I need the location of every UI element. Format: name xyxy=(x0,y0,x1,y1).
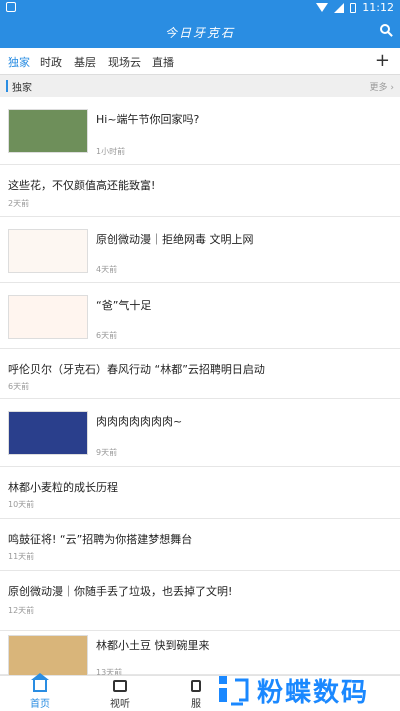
item-time: 10天前 xyxy=(8,500,35,509)
cartoon-thumb xyxy=(8,229,88,273)
app-title: 今日牙克石 xyxy=(164,26,235,40)
item-title: 林都小土豆 快到碗里来 xyxy=(96,639,210,652)
search-icon[interactable] xyxy=(380,24,390,34)
item-title: 鸣鼓征将! “云”招聘为你搭建梦想舞台 xyxy=(8,533,193,546)
channel-tabs: 独家 时政 基层 现场云 直播 + xyxy=(0,48,400,77)
item-time: 1小时前 xyxy=(96,147,126,156)
item-title: 呼伦贝尔（牙克石）春风行动 “林都”云招聘明日启动 xyxy=(8,363,265,376)
wifi-icon xyxy=(316,3,329,12)
nav-home-label: 首页 xyxy=(30,699,50,710)
nav-home[interactable]: 首页 xyxy=(10,673,70,710)
item-title: 原创微动漫｜你随手丢了垃圾，也丢掉了文明! xyxy=(8,585,233,598)
item-title: Hi~端午节你回家吗? xyxy=(96,113,200,126)
list-item[interactable]: “爸”气十足 6天前 xyxy=(0,283,400,349)
status-icons: 11:12 xyxy=(316,1,394,14)
more-link[interactable]: 更多 › xyxy=(370,80,394,93)
section-header: 独家 更多 › xyxy=(0,75,400,97)
list-item[interactable]: 林都小麦粒的成长历程 10天前 xyxy=(0,467,400,519)
tab-grassroots[interactable]: 基层 xyxy=(74,54,96,70)
watermark-logo-icon xyxy=(219,676,249,706)
tab-politics[interactable]: 时政 xyxy=(40,54,62,70)
list-item[interactable]: 鸣鼓征将! “云”招聘为你搭建梦想舞台 11天前 xyxy=(0,519,400,571)
father-thumb xyxy=(8,295,88,339)
item-time: 6天前 xyxy=(96,331,118,340)
app-bar: 今日牙克石 xyxy=(0,16,400,48)
item-title: 肉肉肉肉肉肉肉~ xyxy=(96,415,183,428)
list-item[interactable]: 这些花，不仅颜值高还能致富! 2天前 xyxy=(0,165,400,217)
item-title: “爸”气十足 xyxy=(96,299,152,312)
dragon-boat-thumb xyxy=(8,109,88,153)
list-item[interactable]: Hi~端午节你回家吗? 1小时前 xyxy=(0,97,400,165)
tab-live[interactable]: 直播 xyxy=(152,54,174,70)
status-time: 11:12 xyxy=(362,1,394,14)
tab-scene-cloud[interactable]: 现场云 xyxy=(108,54,141,70)
list-item[interactable]: 原创微动漫｜你随手丢了垃圾，也丢掉了文明! 12天前 xyxy=(0,571,400,631)
more-label: 更多 xyxy=(369,83,388,93)
list-item[interactable]: 肉肉肉肉肉肉肉~ 9天前 xyxy=(0,399,400,467)
battery-icon xyxy=(350,2,357,13)
home-icon xyxy=(31,673,49,692)
add-channel-icon[interactable]: + xyxy=(375,50,390,71)
meat-thumb xyxy=(8,411,88,455)
item-time: 6天前 xyxy=(8,382,30,391)
item-time: 9天前 xyxy=(96,448,118,457)
tab-exclusive[interactable]: 独家 xyxy=(8,54,30,77)
service-icon xyxy=(191,680,201,692)
signal-icon xyxy=(334,2,345,13)
status-bar: 11:12 xyxy=(0,0,400,16)
video-icon xyxy=(113,680,127,692)
list-item[interactable]: 原创微动漫｜拒绝网毒 文明上网 4天前 xyxy=(0,217,400,283)
item-title: 这些花，不仅颜值高还能致富! xyxy=(8,179,156,192)
item-time: 4天前 xyxy=(96,265,118,274)
item-title: 原创微动漫｜拒绝网毒 文明上网 xyxy=(96,233,254,246)
notification-icon xyxy=(6,2,16,12)
item-time: 11天前 xyxy=(8,552,35,561)
watermark: 粉蝶数码 xyxy=(217,668,392,708)
nav-service-label: 服 xyxy=(191,699,201,710)
list-item[interactable]: 呼伦贝尔（牙克石）春风行动 “林都”云招聘明日启动 6天前 xyxy=(0,349,400,399)
item-time: 2天前 xyxy=(8,199,30,208)
section-title: 独家 xyxy=(12,83,32,94)
watermark-text: 粉蝶数码 xyxy=(257,678,370,708)
item-time: 12天前 xyxy=(8,606,35,615)
nav-audio-video[interactable]: 视听 xyxy=(90,680,150,710)
section-accent-bar xyxy=(6,80,8,92)
item-title: 林都小麦粒的成长历程 xyxy=(8,481,118,494)
nav-audio-video-label: 视听 xyxy=(110,699,130,710)
